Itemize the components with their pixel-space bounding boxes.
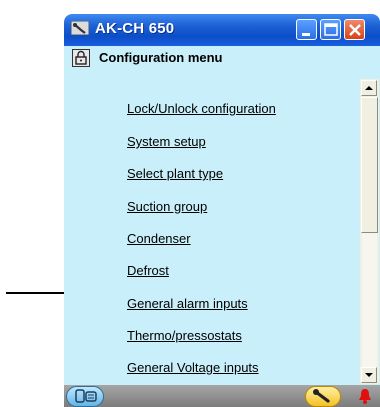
menu-item-defrost[interactable]: Defrost xyxy=(127,263,169,281)
menu-item-suction-group[interactable]: Suction group xyxy=(127,199,207,217)
window-title: AK-CH 650 xyxy=(95,20,175,37)
maximize-button[interactable] xyxy=(320,19,341,40)
menu-title: Configuration menu xyxy=(99,50,223,65)
scroll-down-icon xyxy=(365,373,373,377)
close-icon xyxy=(349,24,361,36)
vertical-scrollbar[interactable] xyxy=(360,79,379,384)
scroll-thumb[interactable] xyxy=(361,97,378,233)
service-button[interactable] xyxy=(305,386,341,407)
scroll-down-button[interactable] xyxy=(361,367,377,383)
controller-icon xyxy=(75,389,97,403)
menu-item-general-alarm-inputs[interactable]: General alarm inputs xyxy=(127,296,248,314)
maximize-icon xyxy=(324,23,338,36)
controller-button[interactable] xyxy=(66,386,104,407)
menu-item-condenser[interactable]: Condenser xyxy=(127,231,191,249)
app-window: AK-CH 650 Configuration menu Lock/Unlock… xyxy=(64,14,380,407)
minimize-button[interactable] xyxy=(296,19,317,40)
wrench-icon xyxy=(313,389,330,403)
configuration-menu-list: Lock/Unlock configuration System setup S… xyxy=(64,74,360,375)
menu-item-select-plant-type[interactable]: Select plant type xyxy=(127,166,223,184)
bell-icon[interactable] xyxy=(358,387,372,405)
menu-item-general-voltage-inputs[interactable]: General Voltage inputs xyxy=(127,360,259,378)
title-bar[interactable]: AK-CH 650 xyxy=(64,14,380,46)
menu-header: Configuration menu xyxy=(64,46,380,70)
close-button[interactable] xyxy=(344,19,365,40)
minimize-icon xyxy=(302,33,310,36)
menu-item-system-setup[interactable]: System setup xyxy=(127,134,206,152)
lock-icon xyxy=(72,49,90,67)
menu-item-thermo-pressostats[interactable]: Thermo/pressostats xyxy=(127,328,242,346)
wrench-icon[interactable] xyxy=(71,21,89,35)
menu-item-lock-unlock-configuration[interactable]: Lock/Unlock configuration xyxy=(127,101,276,119)
bottom-toolbar xyxy=(64,385,380,407)
scroll-up-icon xyxy=(365,86,373,90)
scroll-up-button[interactable] xyxy=(361,80,377,96)
